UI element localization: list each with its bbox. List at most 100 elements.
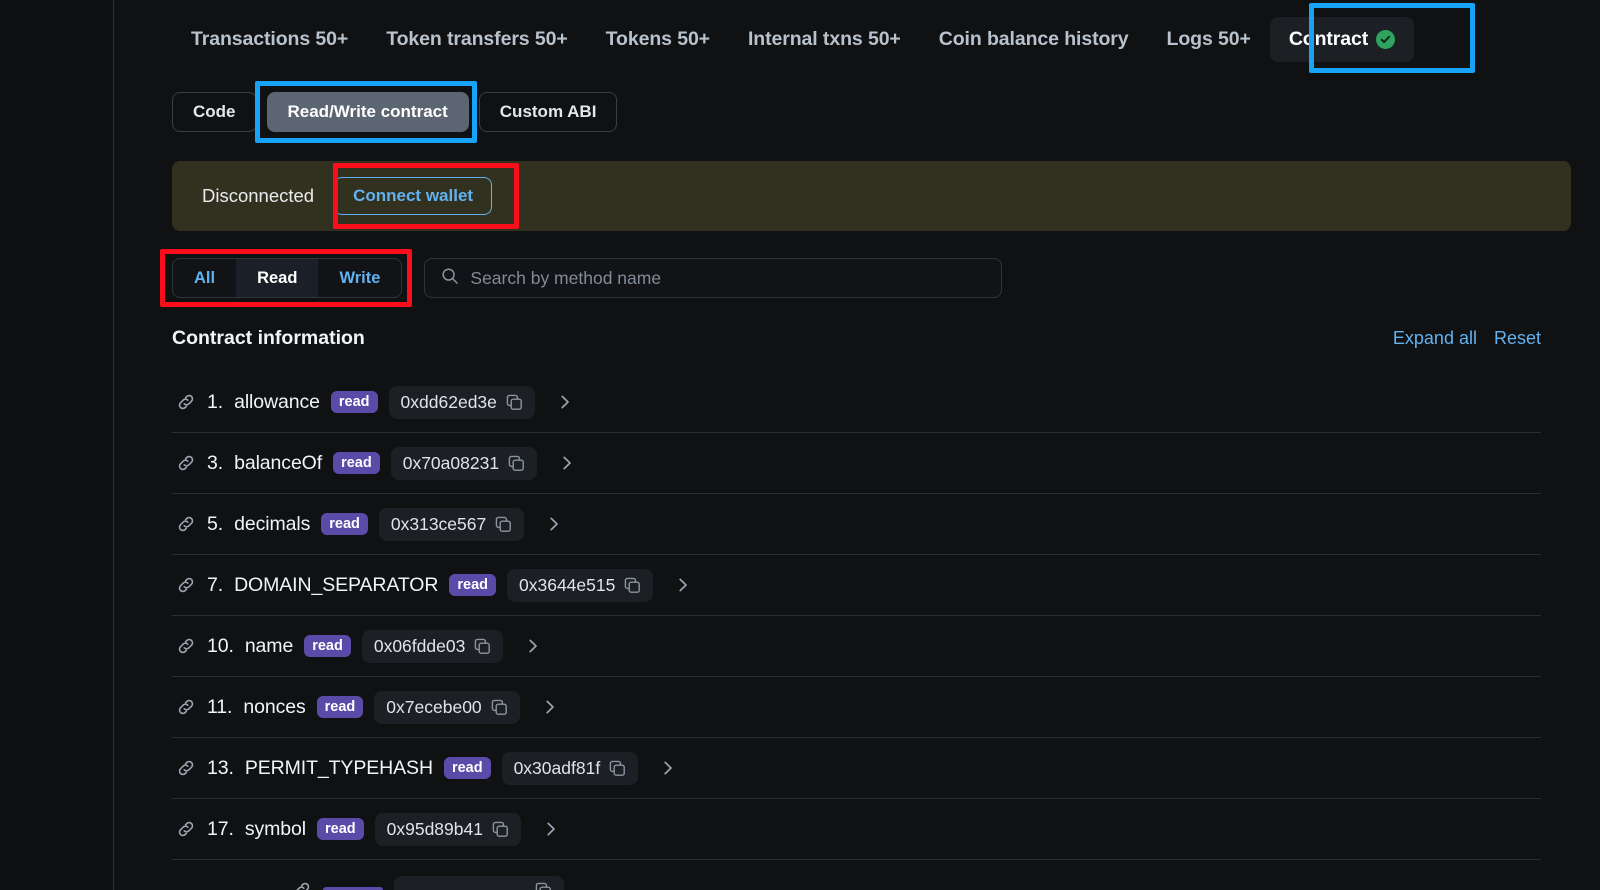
chevron-right-icon[interactable] [540,697,560,717]
method-row-PERMIT_TYPEHASH[interactable]: 13. PERMIT_TYPEHASH read 0x30adf81f [172,738,1541,799]
wallet-status-text: Disconnected [202,185,315,206]
method-index: 10. [207,634,234,657]
expand-all-link[interactable]: Expand all [1393,328,1477,349]
method-search-box[interactable]: Search by method name [424,258,1003,298]
link-icon[interactable] [176,819,196,839]
method-selector-text: 0x30adf81f [513,757,601,778]
method-name: DOMAIN_SEPARATOR [234,573,439,596]
subtab-custom-abi[interactable]: Custom ABI [478,92,618,132]
link-icon[interactable] [292,880,312,890]
method-row-name[interactable]: 10. name read 0x06fdde03 [172,616,1541,677]
method-selector[interactable]: 0x313ce567 [378,507,525,541]
subtab-read-write-contract[interactable]: Read/Write contract [266,92,469,132]
method-selector[interactable]: 0x70a08231 [390,446,538,480]
method-selector[interactable]: 0x30adf81f [501,751,639,785]
page-root: Transactions 50+ Token transfers 50+ Tok… [0,0,1600,890]
method-row-DOMAIN_SEPARATOR[interactable]: 7. DOMAIN_SEPARATOR read 0x3644e515 [172,555,1541,616]
tab-contract-label: Contract [1288,27,1369,50]
search-input-placeholder: Search by method name [470,267,662,288]
chevron-right-icon[interactable] [555,392,575,412]
chevron-right-icon[interactable] [523,636,543,656]
subtab-code[interactable]: Code [172,92,257,132]
method-selector-text: 0x3644e515 [519,574,616,595]
method-name: balanceOf [234,451,323,474]
tab-tokens[interactable]: Tokens 50+ [587,17,729,62]
tab-logs[interactable]: Logs 50+ [1148,17,1270,62]
access-badge: read [304,634,351,658]
method-name: allowance [234,390,320,413]
left-sidebar-rail [0,0,113,890]
method-name: decimals [234,512,311,535]
link-icon[interactable] [176,697,196,717]
method-row-allowance[interactable]: 1. allowance read 0xdd62ed3e [172,372,1541,433]
reset-link[interactable]: Reset [1494,328,1541,349]
tab-coin-balance-history[interactable]: Coin balance history [920,17,1148,62]
copy-icon[interactable] [474,638,491,655]
method-index: 17. [207,817,234,840]
copy-icon[interactable] [492,821,509,838]
method-filter-row: All Read Write Search by method name [172,258,1003,298]
method-name: name [244,634,294,657]
filter-write[interactable]: Write [318,259,401,297]
method-selector-text: 0x313ce567 [390,513,487,534]
check-circle-icon [1376,29,1396,49]
method-row-partial[interactable] [172,860,1541,890]
access-badge: read [316,817,364,841]
link-icon[interactable] [176,453,196,473]
copy-icon[interactable] [624,577,641,594]
filter-all[interactable]: All [173,259,236,297]
tab-token-transfers[interactable]: Token transfers 50+ [367,17,586,62]
method-selector[interactable] [394,875,564,890]
tab-internal-txns[interactable]: Internal txns 50+ [729,17,920,62]
access-filter-segmented-control: All Read Write [172,258,403,298]
chevron-right-icon[interactable] [673,575,693,595]
link-icon[interactable] [176,514,196,534]
method-row-symbol[interactable]: 17. symbol read 0x95d89b41 [172,799,1541,860]
method-name: PERMIT_TYPEHASH [244,756,433,779]
magnifier-icon [441,267,459,290]
method-selector[interactable]: 0x06fdde03 [361,629,504,663]
wallet-connection-bar: Disconnected Connect wallet [172,161,1571,231]
copy-icon[interactable] [508,455,525,472]
method-index: 5. [207,512,224,535]
method-row-decimals[interactable]: 5. decimals read 0x313ce567 [172,494,1541,555]
chevron-right-icon[interactable] [658,758,678,778]
method-index: 3. [207,451,224,474]
method-selector-text: 0x70a08231 [402,452,500,473]
access-badge: read [330,390,378,414]
access-badge: read [316,695,364,719]
method-index: 7. [207,573,224,596]
chevron-right-icon[interactable] [544,514,564,534]
chevron-right-icon[interactable] [541,819,561,839]
tab-contract[interactable]: Contract [1269,16,1415,62]
method-row-nonces[interactable]: 11. nonces read 0x7ecebe00 [172,677,1541,738]
link-icon[interactable] [176,758,196,778]
method-selector[interactable]: 0x7ecebe00 [374,690,520,724]
copy-icon[interactable] [495,516,512,533]
method-selector[interactable]: 0xdd62ed3e [388,385,535,419]
chevron-right-icon[interactable] [557,453,577,473]
method-list: 1. allowance read 0xdd62ed3e 3. balanceO… [172,372,1541,890]
copy-icon[interactable] [491,699,508,716]
entity-tab-bar: Transactions 50+ Token transfers 50+ Tok… [114,8,1415,70]
link-icon[interactable] [176,575,196,595]
connect-wallet-button[interactable]: Connect wallet [334,177,493,215]
access-badge: read [321,512,368,536]
tab-transactions[interactable]: Transactions 50+ [172,17,367,62]
access-badge: read [443,756,491,780]
method-index: 11. [207,695,233,718]
method-row-balanceOf[interactable]: 3. balanceOf read 0x70a08231 [172,433,1541,494]
link-icon[interactable] [176,392,196,412]
method-name: symbol [244,817,306,840]
method-selector[interactable]: 0x3644e515 [507,568,654,602]
access-badge: read [333,451,380,475]
link-icon[interactable] [176,636,196,656]
method-selector[interactable]: 0x95d89b41 [374,812,521,846]
copy-icon[interactable] [609,760,626,777]
method-selector-text: 0x06fdde03 [373,635,466,656]
method-selector-text: 0x95d89b41 [386,818,483,839]
copy-icon[interactable] [535,882,552,890]
copy-icon[interactable] [506,394,523,411]
filter-read[interactable]: Read [236,259,319,297]
method-name: nonces [243,695,306,718]
